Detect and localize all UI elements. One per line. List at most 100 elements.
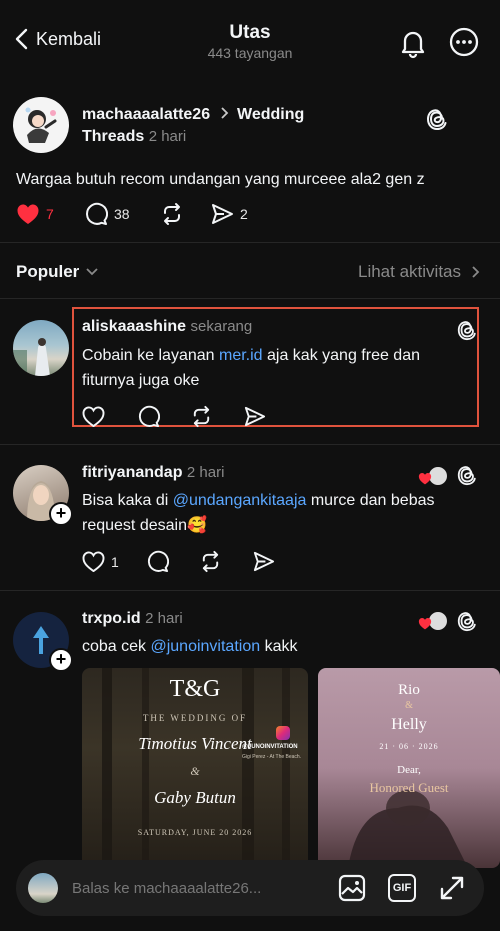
reply-username[interactable]: trxpo.id bbox=[82, 610, 141, 627]
divider bbox=[0, 444, 500, 445]
comment-button[interactable]: 38 bbox=[84, 202, 160, 226]
more-horizontal-icon bbox=[449, 27, 479, 57]
threads-icon bbox=[457, 466, 476, 486]
heart-icon bbox=[82, 406, 105, 427]
card-ig-sub: Gigi Perez - At The Beach. bbox=[242, 754, 302, 760]
post-actions: 7 38 2 bbox=[16, 202, 248, 226]
gif-button[interactable]: GIF bbox=[388, 874, 416, 902]
notifications-button[interactable] bbox=[397, 27, 429, 59]
instagram-icon bbox=[276, 726, 290, 740]
reply-actions: 1 bbox=[82, 550, 275, 573]
reply-username[interactable]: aliskaaashine bbox=[82, 318, 186, 335]
mention-link[interactable]: @junoinvitation bbox=[150, 638, 260, 655]
threads-logo-button[interactable] bbox=[425, 106, 449, 132]
gif-label: GIF bbox=[392, 882, 412, 894]
chevron-down-icon bbox=[86, 268, 98, 276]
threads-icon bbox=[426, 109, 447, 131]
threads-icon bbox=[457, 321, 476, 341]
mention-link[interactable]: mer.id bbox=[219, 347, 263, 364]
post-author-avatar[interactable] bbox=[13, 97, 69, 153]
author-liked-indicator bbox=[418, 611, 448, 631]
expand-button[interactable] bbox=[438, 874, 466, 902]
chevron-right-icon bbox=[472, 266, 480, 278]
follow-button[interactable]: + bbox=[49, 648, 73, 672]
comment-button[interactable] bbox=[146, 550, 199, 573]
like-count: 1 bbox=[111, 553, 119, 570]
reply-input[interactable]: Balas ke machaaaalatte26... bbox=[72, 880, 338, 897]
reply-text: Cobain ke layanan mer.id aja kak yang fr… bbox=[82, 343, 462, 393]
invitation-card-image[interactable]: T&G THE WEDDING OF Timotius Vincent & Ga… bbox=[82, 668, 308, 868]
reply-text-part: Cobain ke layanan bbox=[82, 347, 219, 364]
follow-button[interactable]: + bbox=[49, 502, 73, 526]
community-name-part1[interactable]: Wedding bbox=[237, 106, 304, 123]
card-date: 21 · 06 · 2026 bbox=[379, 742, 439, 751]
reply-text-part: kakk bbox=[260, 638, 298, 655]
view-activity-link[interactable]: Lihat aktivitas bbox=[358, 262, 480, 282]
send-icon bbox=[212, 204, 233, 224]
like-button[interactable]: 1 bbox=[82, 551, 146, 572]
repost-icon bbox=[193, 405, 210, 428]
more-options-button[interactable] bbox=[448, 26, 480, 58]
share-button[interactable] bbox=[252, 550, 275, 573]
expand-icon bbox=[440, 876, 464, 900]
heart-filled-icon bbox=[17, 204, 39, 224]
community-name-part2[interactable]: Threads bbox=[82, 128, 144, 145]
repost-button[interactable] bbox=[190, 405, 243, 428]
image-icon bbox=[338, 874, 366, 902]
my-avatar bbox=[28, 873, 58, 903]
card-ampersand: & bbox=[405, 700, 413, 711]
heart-icon bbox=[82, 551, 105, 572]
like-button[interactable] bbox=[82, 406, 137, 427]
reply-text-part: coba cek bbox=[82, 638, 151, 655]
reply-text-part: Bisa kaka di bbox=[82, 492, 173, 509]
threads-logo-button[interactable] bbox=[456, 463, 478, 487]
invitation-card-image[interactable]: Rio & Helly 21 · 06 · 2026 Dear, Honored… bbox=[318, 668, 500, 868]
card-name2: Helly bbox=[391, 716, 427, 733]
author-liked-indicator bbox=[418, 466, 448, 486]
sort-label: Populer bbox=[16, 262, 80, 281]
reply-text: coba cek @junoinvitation kakk bbox=[82, 634, 462, 659]
repost-button[interactable] bbox=[160, 202, 210, 226]
post-username[interactable]: machaaaalatte26 bbox=[82, 106, 210, 123]
card-subtitle: THE WEDDING OF bbox=[142, 713, 248, 723]
reply-header: aliskaaashine sekarang bbox=[82, 318, 252, 336]
share-button[interactable] bbox=[243, 405, 266, 428]
reply-header: fitriyanandap 2 hari bbox=[82, 464, 224, 482]
heart-filled-icon bbox=[418, 472, 432, 485]
card-name1: Rio bbox=[398, 682, 420, 698]
threads-logo-button[interactable] bbox=[456, 318, 478, 342]
threads-icon bbox=[457, 612, 476, 632]
share-count: 2 bbox=[240, 206, 248, 222]
post-header: machaaaalatte26 Wedding Threads 2 hari bbox=[82, 104, 412, 148]
reply-time: 2 hari bbox=[145, 610, 183, 627]
card-date: SATURDAY, JUNE 20 2026 bbox=[137, 828, 253, 837]
avatar-illustration bbox=[25, 107, 57, 143]
repost-button[interactable] bbox=[199, 550, 252, 573]
sort-dropdown[interactable]: Populer bbox=[16, 262, 99, 282]
divider bbox=[0, 298, 500, 299]
threads-logo-button[interactable] bbox=[456, 609, 478, 633]
card-ampersand: & bbox=[190, 764, 200, 778]
share-button[interactable]: 2 bbox=[210, 202, 248, 226]
reply-time: sekarang bbox=[190, 318, 253, 335]
comment-icon bbox=[148, 550, 169, 573]
reply-text: Bisa kaka di @undangankitaaja murce dan … bbox=[82, 488, 482, 538]
reply-username[interactable]: fitriyanandap bbox=[82, 464, 182, 481]
reply-author-avatar[interactable] bbox=[13, 320, 69, 376]
mention-link[interactable]: @undangankitaaja bbox=[173, 492, 307, 509]
chevron-right-icon bbox=[219, 107, 229, 119]
card-monogram: T&G bbox=[169, 676, 221, 702]
repost-icon bbox=[164, 203, 180, 225]
reply-actions bbox=[82, 405, 266, 428]
view-activity-label: Lihat aktivitas bbox=[358, 262, 461, 281]
reply-composer: Balas ke machaaaalatte26... GIF bbox=[16, 860, 484, 916]
send-icon bbox=[253, 551, 275, 572]
reply-header: trxpo.id 2 hari bbox=[82, 610, 183, 628]
card-name2: Gaby Butun bbox=[154, 788, 236, 807]
like-button[interactable]: 7 bbox=[16, 203, 84, 225]
comment-button[interactable] bbox=[137, 405, 190, 428]
comment-count: 38 bbox=[114, 206, 130, 222]
heart-filled-icon bbox=[418, 617, 432, 630]
repost-icon bbox=[202, 550, 219, 573]
attach-image-button[interactable] bbox=[338, 874, 366, 902]
